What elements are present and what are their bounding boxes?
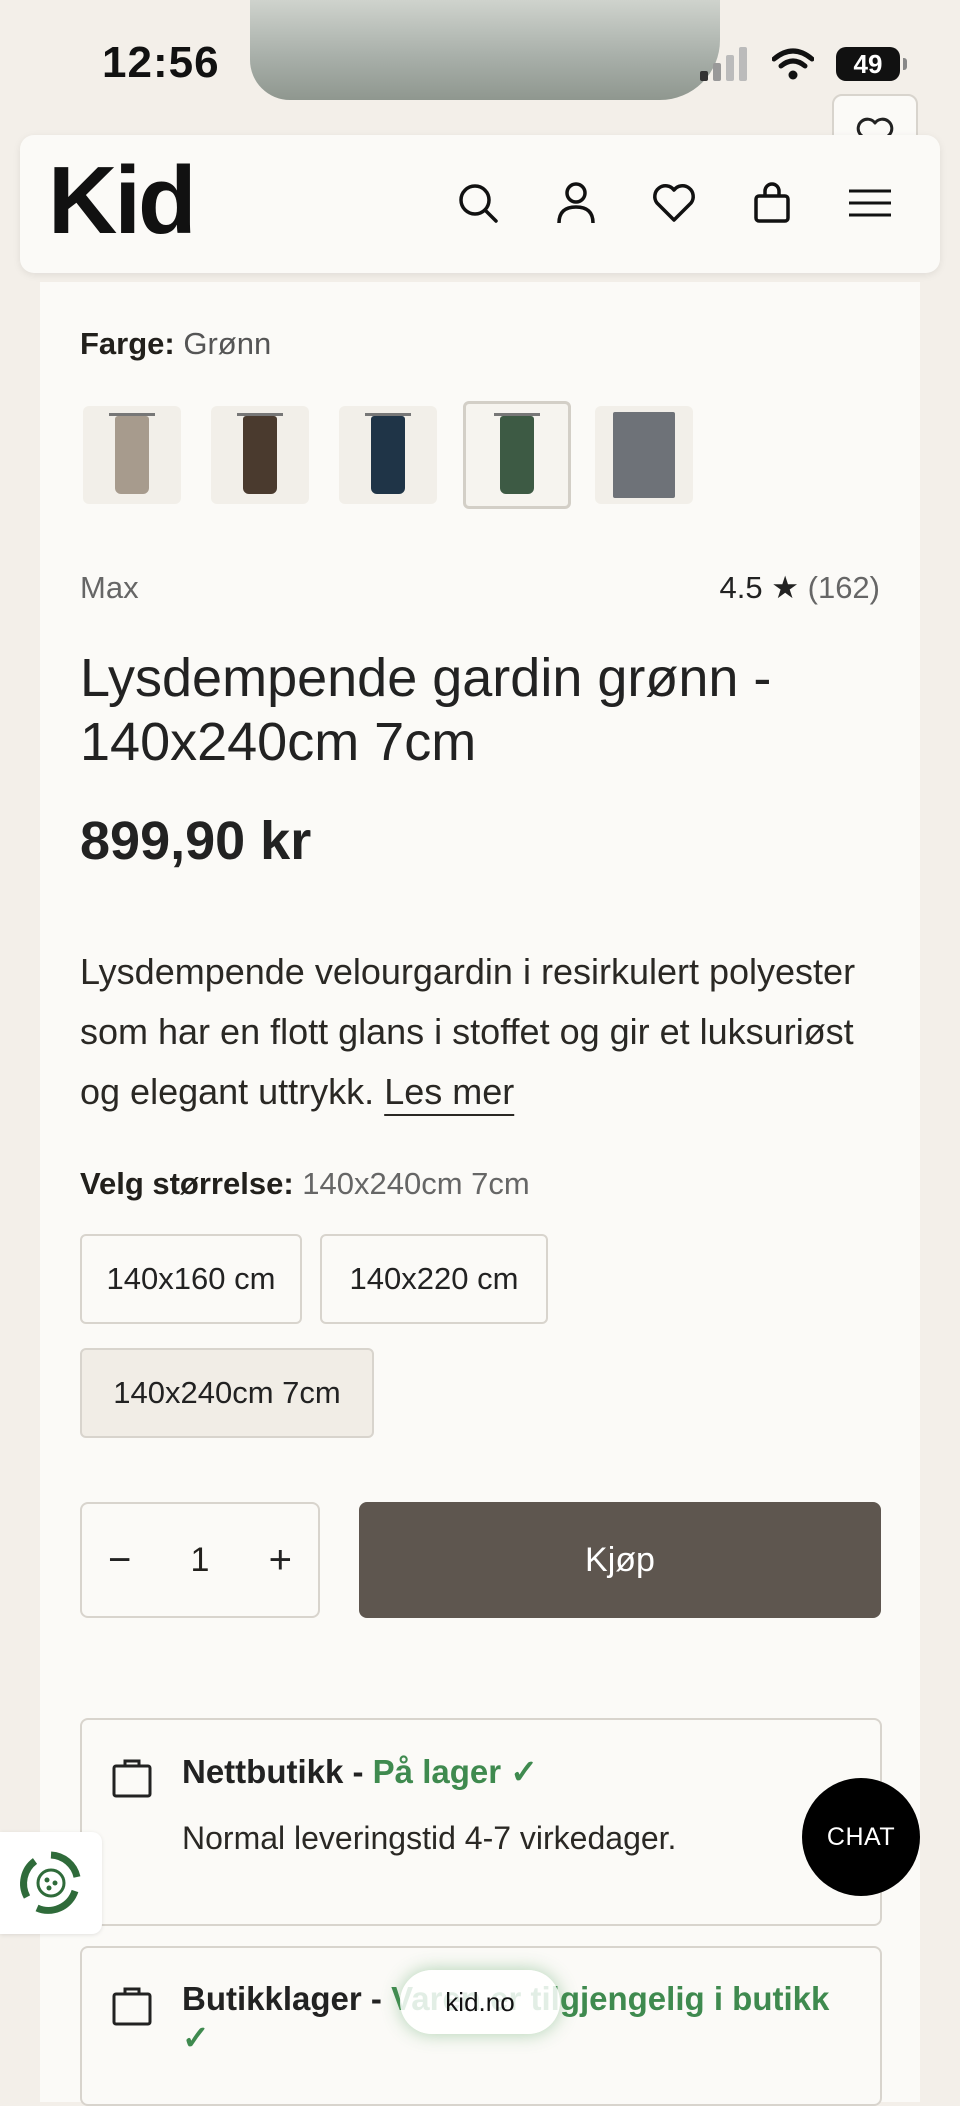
size-option-140x240-selected[interactable]: 140x240cm 7cm [80, 1348, 374, 1438]
delivery-time-text: Normal leveringstid 4-7 virkedager. [182, 1820, 677, 1856]
rating[interactable]: 4.5 ★ (162) [720, 570, 881, 606]
online-store-label: Nettbutikk - [182, 1753, 364, 1790]
color-label-title: Farge: [80, 326, 175, 361]
status-time: 12:56 [102, 38, 220, 87]
product-price: 899,90 kr [80, 811, 312, 871]
curtain-thumbnail [237, 413, 283, 494]
color-value: Grønn [183, 326, 272, 361]
product-title: Lysdempende gardin grønn - 140x240cm 7cm [80, 648, 772, 772]
product-card: Farge: Grønn Max 4.5 ★ (162) Lysdempende… [40, 282, 920, 2106]
color-label: Farge: Grønn [80, 326, 271, 362]
search-button[interactable] [454, 179, 502, 227]
site-header: Kid [20, 135, 940, 273]
fabric-thumbnail [613, 412, 675, 498]
battery-icon: 49 [836, 47, 907, 81]
curtain-thumbnail [365, 413, 411, 494]
quantity-value[interactable]: 1 [191, 1541, 210, 1580]
user-icon [557, 182, 595, 224]
swatch-green-selected[interactable] [463, 401, 571, 509]
size-label: Velg størrelse: 140x240cm 7cm [80, 1166, 530, 1202]
status-icons: 49 [700, 44, 907, 84]
wifi-icon [772, 48, 814, 80]
review-count: (162) [807, 570, 880, 605]
swatch-brown[interactable] [211, 406, 309, 504]
product-description: Lysdempende velourgardin i resirkulert p… [80, 942, 900, 1122]
buy-button[interactable]: Kjøp [359, 1502, 881, 1618]
online-stock-box: Nettbutikk - På lager ✓ Normal leverings… [80, 1718, 882, 1926]
size-option-140x220[interactable]: 140x220 cm [320, 1234, 548, 1324]
read-more-link[interactable]: Les mer [384, 1071, 514, 1112]
cart-button[interactable] [748, 179, 796, 227]
swatch-beige[interactable] [83, 406, 181, 504]
recycle-icon [20, 1851, 81, 1914]
curtain-thumbnail [109, 413, 155, 494]
url-bar[interactable]: kid.no [400, 1970, 560, 2034]
search-icon [459, 184, 498, 223]
bag-icon [112, 1987, 152, 2026]
wishlist-button[interactable] [650, 179, 698, 227]
size-label-title: Velg størrelse: [80, 1166, 294, 1201]
account-button[interactable] [552, 179, 600, 227]
menu-button[interactable] [846, 179, 894, 227]
online-stock-title: Nettbutikk - På lager ✓ [182, 1752, 538, 1791]
bag-icon [754, 182, 790, 223]
size-value: 140x240cm 7cm [302, 1166, 530, 1201]
heart-icon [653, 184, 695, 222]
rating-value: 4.5 ★ [719, 570, 800, 605]
brand-name[interactable]: Max [80, 570, 139, 606]
eco-badge-button[interactable] [0, 1832, 102, 1934]
size-option-140x160[interactable]: 140x160 cm [80, 1234, 302, 1324]
increase-quantity-button[interactable]: + [269, 1538, 292, 1583]
signal-icon [700, 47, 747, 81]
hamburger-menu-icon [849, 189, 891, 217]
logo[interactable]: Kid [48, 153, 197, 249]
swatch-blue[interactable] [339, 406, 437, 504]
product-image-top [250, 0, 720, 100]
decrease-quantity-button[interactable]: − [108, 1538, 131, 1583]
store-label: Butikklager - [182, 1980, 382, 2017]
online-stock-status: På lager ✓ [372, 1753, 538, 1790]
chat-button[interactable]: CHAT [802, 1778, 920, 1896]
curtain-thumbnail [494, 413, 540, 494]
swatch-grey[interactable] [595, 406, 693, 504]
bag-icon [112, 1759, 152, 1798]
quantity-stepper: − 1 + [80, 1502, 320, 1618]
